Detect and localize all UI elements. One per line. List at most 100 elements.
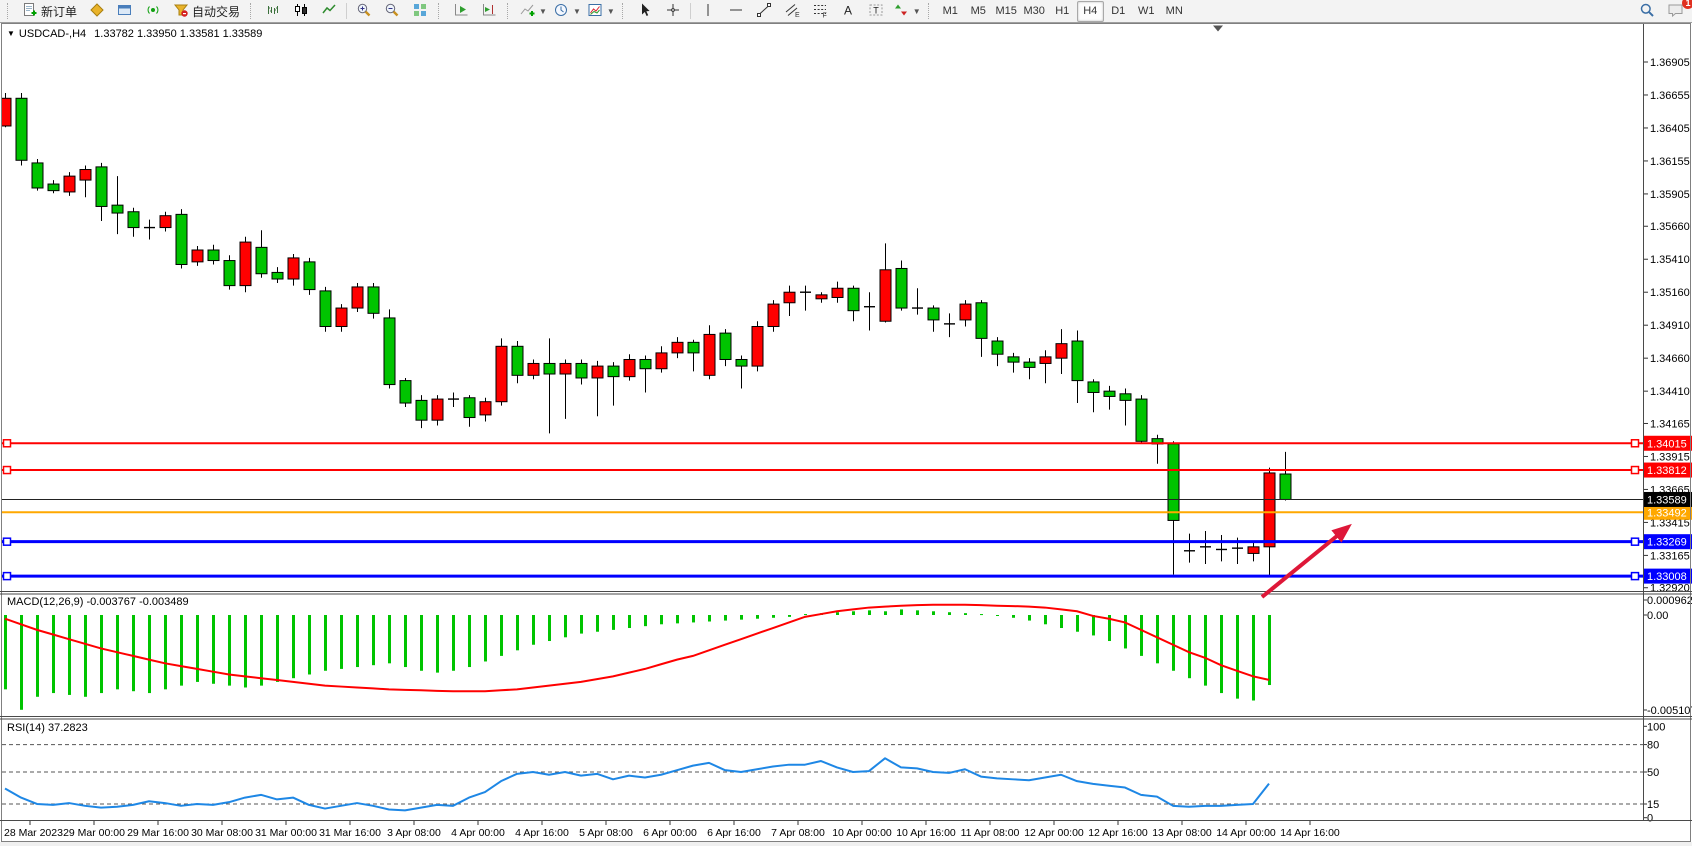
toolbar-grip[interactable] bbox=[622, 3, 627, 19]
trendline-button[interactable] bbox=[750, 0, 778, 22]
macd-histogram-bar bbox=[260, 615, 263, 686]
tile-windows-button[interactable] bbox=[406, 0, 434, 22]
candle bbox=[464, 398, 475, 418]
candle bbox=[288, 258, 299, 279]
time-label: 14 Apr 00:00 bbox=[1216, 827, 1276, 839]
timeframe-H1[interactable]: H1 bbox=[1049, 1, 1076, 22]
line-handle[interactable] bbox=[4, 573, 11, 580]
cursor-button[interactable] bbox=[631, 0, 659, 22]
price-badge[interactable]: 1.33589 bbox=[1644, 492, 1692, 507]
price-badge[interactable]: 1.33269 bbox=[1644, 534, 1692, 549]
line-handle[interactable] bbox=[1632, 538, 1639, 545]
line-handle[interactable] bbox=[4, 440, 11, 447]
new-order-button[interactable]: 新订单 bbox=[16, 0, 83, 22]
price-badge[interactable]: 1.33008 bbox=[1644, 569, 1692, 584]
toolbar-grip[interactable] bbox=[928, 3, 933, 19]
price-tick-label: 1.34910 bbox=[1650, 320, 1690, 332]
candle bbox=[208, 250, 219, 261]
price-badge[interactable]: 1.33812 bbox=[1644, 463, 1692, 478]
time-label: 11 Apr 08:00 bbox=[961, 827, 1020, 839]
timeframe-W1[interactable]: W1 bbox=[1133, 1, 1160, 22]
chart-window-button[interactable] bbox=[111, 0, 139, 22]
indicators-button[interactable]: ▼ bbox=[516, 0, 550, 22]
timeframe-M30[interactable]: M30 bbox=[1021, 1, 1048, 22]
candlestick-button[interactable] bbox=[287, 0, 315, 22]
candle bbox=[64, 176, 75, 192]
vertical-line-button[interactable] bbox=[694, 0, 722, 22]
timeframe-MN[interactable]: MN bbox=[1161, 1, 1188, 22]
candle bbox=[384, 318, 395, 385]
time-label: 3 Apr 08:00 bbox=[387, 827, 441, 839]
price-tick-label: 1.34660 bbox=[1650, 353, 1690, 365]
candle bbox=[1040, 357, 1051, 364]
symbol-dropdown-icon[interactable]: ▼ bbox=[7, 29, 15, 38]
templates-button[interactable]: ▼ bbox=[584, 0, 618, 22]
candle bbox=[416, 400, 427, 420]
macd-histogram-bar bbox=[468, 615, 471, 667]
macd-histogram-bar bbox=[420, 615, 423, 671]
chart-ohlc-values: 1.33782 1.33950 1.33581 1.33589 bbox=[94, 28, 262, 40]
candle bbox=[688, 342, 699, 353]
macd-histogram-bar bbox=[1076, 615, 1079, 632]
timeframe-D1[interactable]: D1 bbox=[1105, 1, 1132, 22]
line-handle[interactable] bbox=[4, 538, 11, 545]
price-badge[interactable]: 1.34015 bbox=[1644, 436, 1692, 451]
channel-button[interactable]: E bbox=[778, 0, 806, 22]
toolbar-grip[interactable] bbox=[507, 3, 512, 19]
market-watch-button[interactable] bbox=[83, 0, 111, 22]
svg-text:1.33008: 1.33008 bbox=[1647, 571, 1687, 583]
candle bbox=[320, 291, 331, 327]
text-button[interactable]: A bbox=[834, 0, 862, 22]
time-label: 29 Mar 16:00 bbox=[127, 827, 189, 839]
chart-shift-button[interactable] bbox=[475, 0, 503, 22]
zoom-in-button[interactable] bbox=[350, 0, 378, 22]
line-handle[interactable] bbox=[1632, 467, 1639, 474]
candle bbox=[960, 304, 971, 320]
candle bbox=[656, 353, 667, 369]
label-button[interactable]: T bbox=[862, 0, 890, 22]
time-label: 10 Apr 16:00 bbox=[896, 827, 956, 839]
macd-histogram-bar bbox=[916, 610, 919, 615]
svg-text:0.00: 0.00 bbox=[1647, 610, 1668, 622]
chevron-down-icon: ▼ bbox=[913, 7, 921, 16]
macd-histogram-bar bbox=[724, 615, 727, 621]
periods-button[interactable]: ▼ bbox=[550, 0, 584, 22]
line-chart-button[interactable] bbox=[315, 0, 343, 22]
arrows-icon bbox=[893, 2, 909, 21]
search-button[interactable] bbox=[1633, 0, 1661, 22]
macd-histogram-bar bbox=[436, 615, 439, 673]
horizontal-line-icon bbox=[728, 2, 744, 21]
chat-button[interactable]: 1 bbox=[1661, 0, 1689, 22]
crosshair-button[interactable] bbox=[659, 0, 687, 22]
line-handle[interactable] bbox=[4, 467, 11, 474]
horizontal-line-button[interactable] bbox=[722, 0, 750, 22]
timeframe-M1[interactable]: M1 bbox=[937, 1, 964, 22]
time-label: 5 Apr 08:00 bbox=[579, 827, 633, 839]
candle bbox=[368, 287, 379, 313]
timeframe-H4[interactable]: H4 bbox=[1077, 1, 1104, 22]
price-tick-label: 1.33915 bbox=[1650, 451, 1690, 463]
auto-scroll-button[interactable] bbox=[447, 0, 475, 22]
line-handle[interactable] bbox=[1632, 440, 1639, 447]
zoom-out-icon bbox=[384, 2, 400, 21]
macd-histogram-bar bbox=[756, 615, 759, 619]
timeframe-M5[interactable]: M5 bbox=[965, 1, 992, 22]
toolbar-grip[interactable] bbox=[7, 3, 12, 19]
price-badge[interactable]: 1.33492 bbox=[1644, 505, 1692, 520]
macd-histogram-bar bbox=[1172, 615, 1175, 671]
fibonacci-button[interactable]: F bbox=[806, 0, 834, 22]
macd-histogram-bar bbox=[276, 615, 279, 682]
time-label: 7 Apr 08:00 bbox=[771, 827, 825, 839]
timeframe-M15[interactable]: M15 bbox=[993, 1, 1020, 22]
zoom-out-button[interactable] bbox=[378, 0, 406, 22]
toolbar-grip[interactable] bbox=[250, 3, 255, 19]
macd-histogram-bar bbox=[1220, 615, 1223, 693]
toolbar-grip[interactable] bbox=[438, 3, 443, 19]
bar-chart-button[interactable] bbox=[259, 0, 287, 22]
line-handle[interactable] bbox=[1632, 573, 1639, 580]
candle bbox=[176, 214, 187, 264]
signal-button[interactable] bbox=[139, 0, 167, 22]
auto-trading-button[interactable]: 自动交易 bbox=[167, 0, 246, 22]
price-tick-label: 1.34410 bbox=[1650, 386, 1690, 398]
arrows-button[interactable]: ▼ bbox=[890, 0, 924, 22]
